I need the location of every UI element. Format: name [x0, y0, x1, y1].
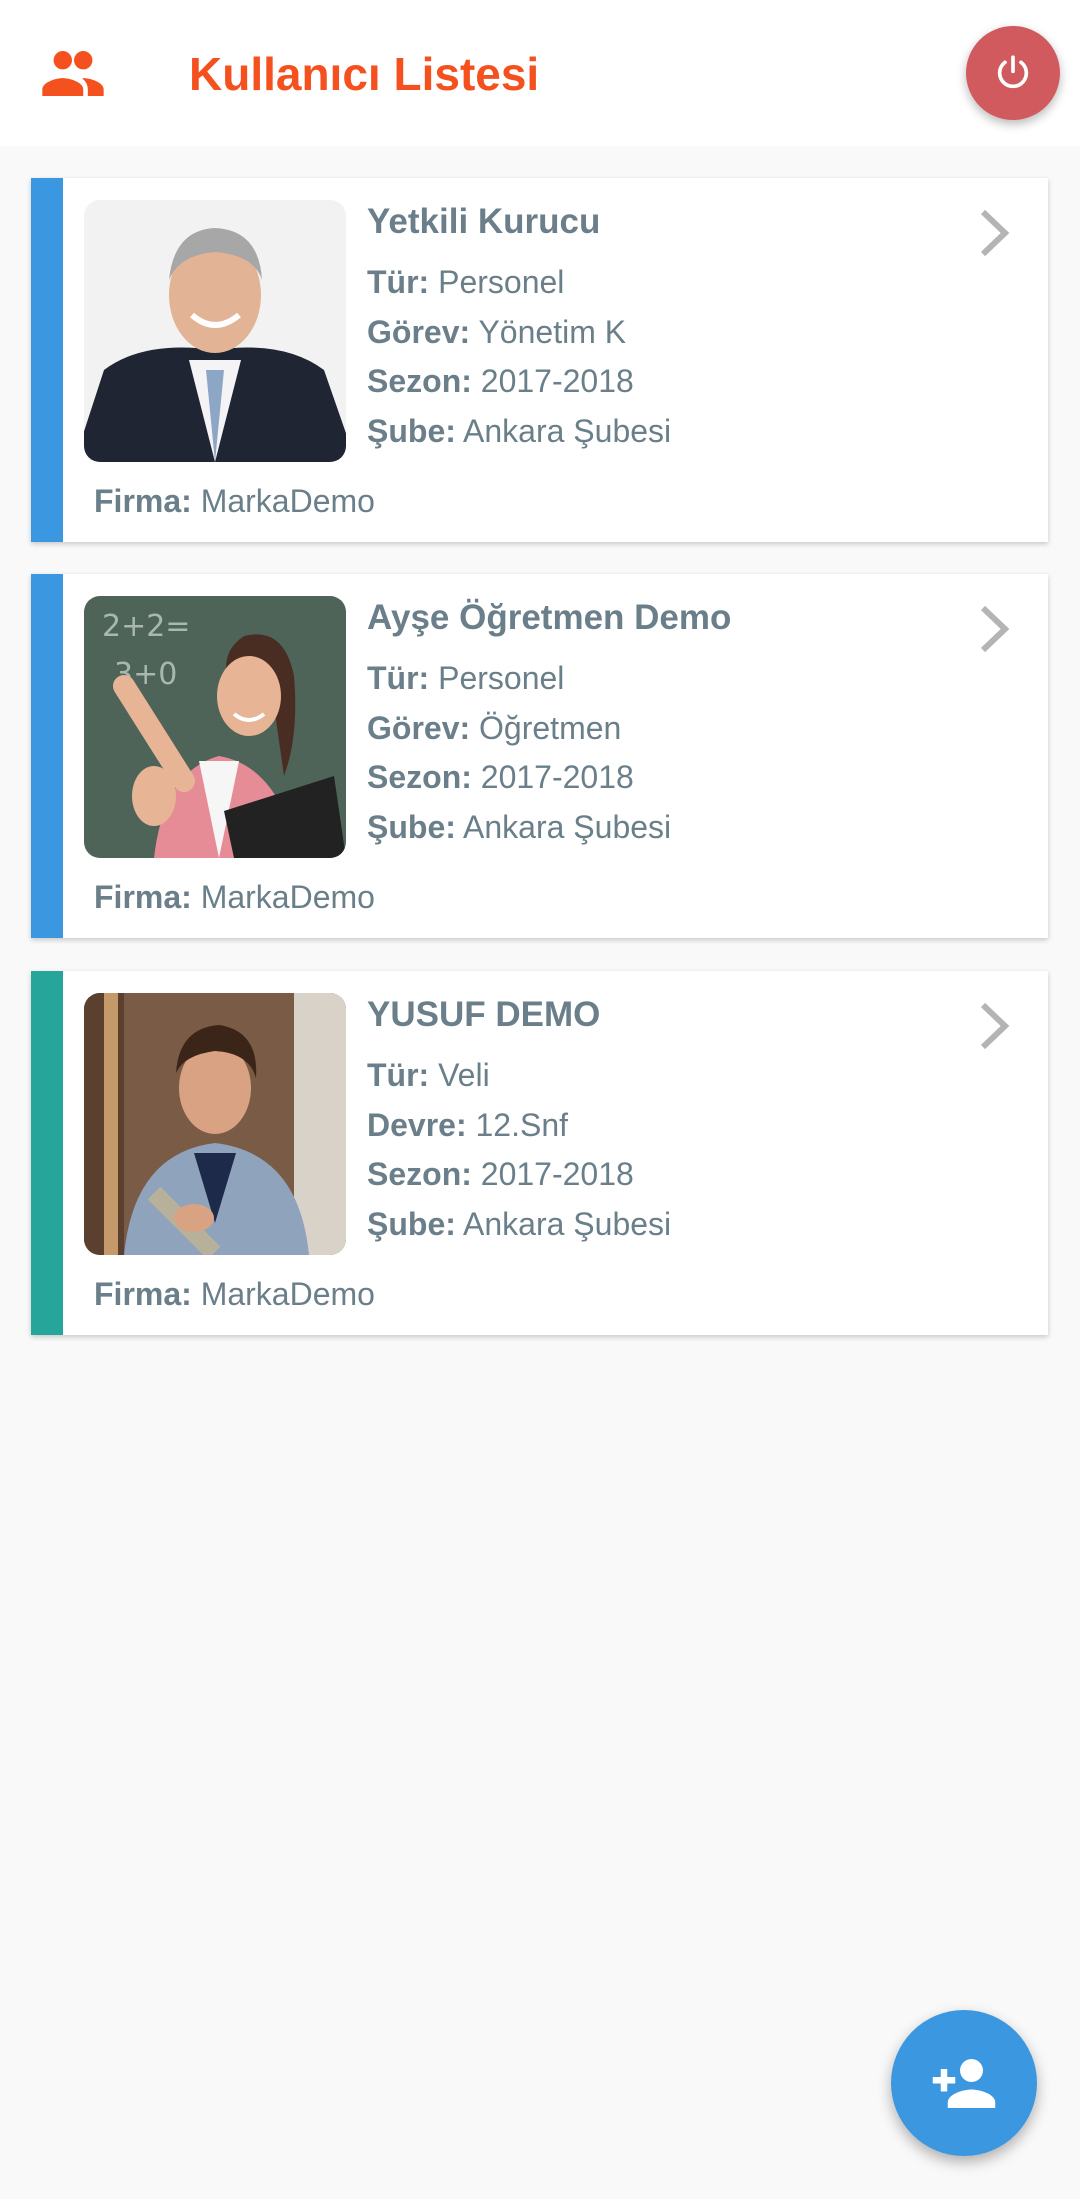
user-photo	[84, 993, 346, 1255]
field-tur: Tür: Personel	[367, 264, 565, 300]
add-user-icon	[932, 2059, 996, 2108]
field-gorev: Görev: Yönetim K	[367, 314, 627, 350]
field-tur: Tür: Veli	[367, 1057, 490, 1093]
field-gorev: Görev: Öğretmen	[367, 710, 622, 746]
field-sube: Şube: Ankara Şubesi	[367, 1206, 672, 1242]
field-sezon: Sezon: 2017-2018	[367, 759, 634, 795]
people-icon	[42, 51, 104, 96]
user-card[interactable]: 2+2= 3+0 Ayşe Öğretmen Demo Tür: Persone…	[31, 574, 1048, 938]
field-tur: Tür: Personel	[367, 660, 565, 696]
field-sezon: Sezon: 2017-2018	[367, 363, 634, 399]
card-stripe	[31, 178, 63, 542]
chevron-right-icon[interactable]	[971, 204, 1017, 262]
user-name: YUSUF DEMO	[367, 995, 601, 1034]
chevron-right-icon[interactable]	[971, 600, 1017, 658]
card-stripe	[31, 971, 63, 1335]
field-firma: Firma: MarkaDemo	[94, 483, 375, 519]
field-firma: Firma: MarkaDemo	[94, 879, 375, 915]
user-name: Ayşe Öğretmen Demo	[367, 598, 732, 637]
field-devre: Devre: 12.Snf	[367, 1107, 569, 1143]
field-sezon: Sezon: 2017-2018	[367, 1156, 634, 1192]
user-card[interactable]: YUSUF DEMO Tür: Veli Devre: 12.Snf Sezon…	[31, 971, 1048, 1335]
app-header: Kullanıcı Listesi	[0, 0, 1080, 146]
user-photo	[84, 200, 346, 462]
user-name: Yetkili Kurucu	[367, 202, 601, 241]
field-firma: Firma: MarkaDemo	[94, 1276, 375, 1312]
field-sube: Şube: Ankara Şubesi	[367, 809, 672, 845]
svg-text:2+2=: 2+2=	[102, 609, 190, 644]
page-title: Kullanıcı Listesi	[189, 48, 540, 100]
add-user-button[interactable]	[891, 2010, 1037, 2156]
power-icon	[997, 55, 1029, 89]
field-sube: Şube: Ankara Şubesi	[367, 413, 672, 449]
chevron-right-icon[interactable]	[971, 997, 1017, 1055]
user-photo: 2+2= 3+0	[84, 596, 346, 858]
user-card[interactable]: Yetkili Kurucu Tür: Personel Görev: Yöne…	[31, 178, 1048, 542]
card-stripe	[31, 574, 63, 938]
logout-button[interactable]	[966, 26, 1060, 120]
